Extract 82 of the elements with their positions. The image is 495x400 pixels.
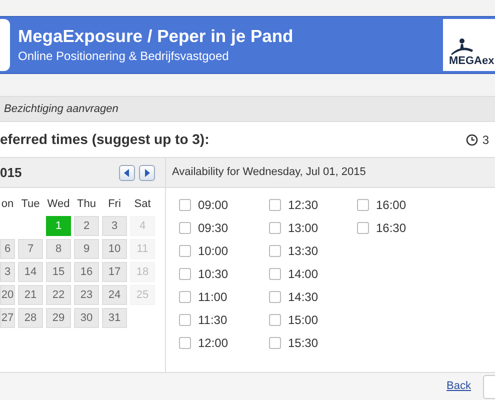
- time-checkbox[interactable]: [179, 244, 191, 256]
- time-checkbox[interactable]: [269, 198, 281, 210]
- calendar-day[interactable]: 3: [102, 216, 127, 236]
- time-label: 14:00: [288, 266, 318, 282]
- weekday-label: Tue: [20, 197, 41, 212]
- time-label: 16:00: [376, 196, 406, 214]
- calendar-day[interactable]: 22: [46, 285, 71, 305]
- calendar-day: 4: [130, 216, 155, 236]
- breadcrumb-title: Bezichtiging aanvragen: [4, 102, 118, 117]
- time-checkbox[interactable]: [179, 222, 191, 234]
- calendar-day[interactable]: 29: [46, 308, 71, 328]
- weekday-label: Sat: [133, 197, 152, 212]
- time-label: 15:30: [288, 334, 318, 352]
- time-checkbox[interactable]: [179, 268, 191, 280]
- calendar-day[interactable]: 6: [0, 239, 15, 259]
- calendar-day[interactable]: 17: [102, 262, 127, 282]
- time-label: 11:00: [198, 288, 228, 306]
- weekday-label: on: [0, 197, 15, 212]
- calendar-day[interactable]: 1: [46, 216, 71, 236]
- calendar-day[interactable]: 23: [74, 285, 99, 305]
- weekday-label: Fri: [107, 197, 122, 212]
- calendar-day[interactable]: 24: [102, 285, 127, 305]
- time-label: 14:30: [288, 288, 318, 306]
- weekday-label: Thu: [76, 197, 97, 212]
- time-checkbox[interactable]: [269, 268, 281, 280]
- calendar-day[interactable]: 30: [74, 308, 99, 328]
- time-checkbox[interactable]: [269, 290, 281, 302]
- time-label: 16:30: [376, 220, 406, 236]
- time-label: 12:30: [288, 196, 318, 214]
- calendar-day[interactable]: 21: [18, 285, 43, 305]
- company-logo: MEGAex: [443, 19, 495, 71]
- clock-icon: [466, 134, 478, 146]
- weekday-label: Wed: [46, 197, 71, 212]
- time-label: 13:30: [288, 242, 318, 260]
- time-label: 10:30: [198, 266, 228, 282]
- calendar-day[interactable]: 28: [18, 308, 43, 328]
- calendar-day[interactable]: 3: [0, 262, 15, 282]
- site-title: MegaExposure / Peper in je Pand: [18, 26, 294, 46]
- duration-text: 3: [482, 132, 489, 148]
- calendar-day[interactable]: 9: [74, 239, 99, 259]
- time-checkbox[interactable]: [269, 336, 281, 348]
- back-link[interactable]: Back: [446, 378, 471, 395]
- calendar-day[interactable]: 15: [46, 262, 71, 282]
- time-checkbox[interactable]: [179, 198, 191, 210]
- previous-month-button[interactable]: [119, 164, 135, 180]
- time-label: 11:30: [198, 312, 228, 328]
- calendar-day[interactable]: 31: [102, 308, 127, 328]
- calendar-day[interactable]: 8: [46, 239, 71, 259]
- time-checkbox[interactable]: [269, 222, 281, 234]
- time-label: 12:00: [198, 334, 228, 352]
- logo-tile: [0, 19, 10, 71]
- left-triangle-icon: [124, 168, 130, 176]
- calendar-day[interactable]: 7: [18, 239, 43, 259]
- next-month-button[interactable]: [139, 164, 155, 180]
- time-label: 09:30: [198, 220, 228, 236]
- calendar-day[interactable]: 27: [0, 308, 15, 328]
- time-checkbox[interactable]: [269, 314, 281, 326]
- time-checkbox[interactable]: [357, 222, 369, 234]
- time-checkbox[interactable]: [269, 244, 281, 256]
- time-checkbox[interactable]: [179, 314, 191, 326]
- time-label: 09:00: [198, 196, 228, 214]
- calendar-day[interactable]: 2: [74, 216, 99, 236]
- site-subtitle: Online Positionering & Bedrijfsvastgoed: [18, 48, 230, 64]
- next-button[interactable]: [483, 374, 495, 398]
- section-heading: eferred times (suggest up to 3):: [0, 130, 210, 149]
- calendar-day[interactable]: 14: [18, 262, 43, 282]
- right-triangle-icon: [144, 168, 150, 176]
- time-label: 15:00: [288, 312, 318, 328]
- time-checkbox[interactable]: [357, 198, 369, 210]
- calendar-day[interactable]: 16: [74, 262, 99, 282]
- calendar-day: 11: [130, 239, 155, 259]
- figure-icon: [449, 38, 475, 56]
- calendar-day[interactable]: 10: [102, 239, 127, 259]
- month-label: 015: [0, 164, 22, 182]
- calendar-day[interactable]: 20: [0, 285, 15, 305]
- calendar-day: 18: [130, 262, 155, 282]
- time-checkbox[interactable]: [179, 336, 191, 348]
- time-label: 10:00: [198, 242, 228, 260]
- calendar-day: 25: [130, 285, 155, 305]
- availability-title: Availability for Wednesday, Jul 01, 2015: [171, 165, 366, 180]
- time-checkbox[interactable]: [179, 290, 191, 302]
- time-label: 13:00: [288, 220, 318, 236]
